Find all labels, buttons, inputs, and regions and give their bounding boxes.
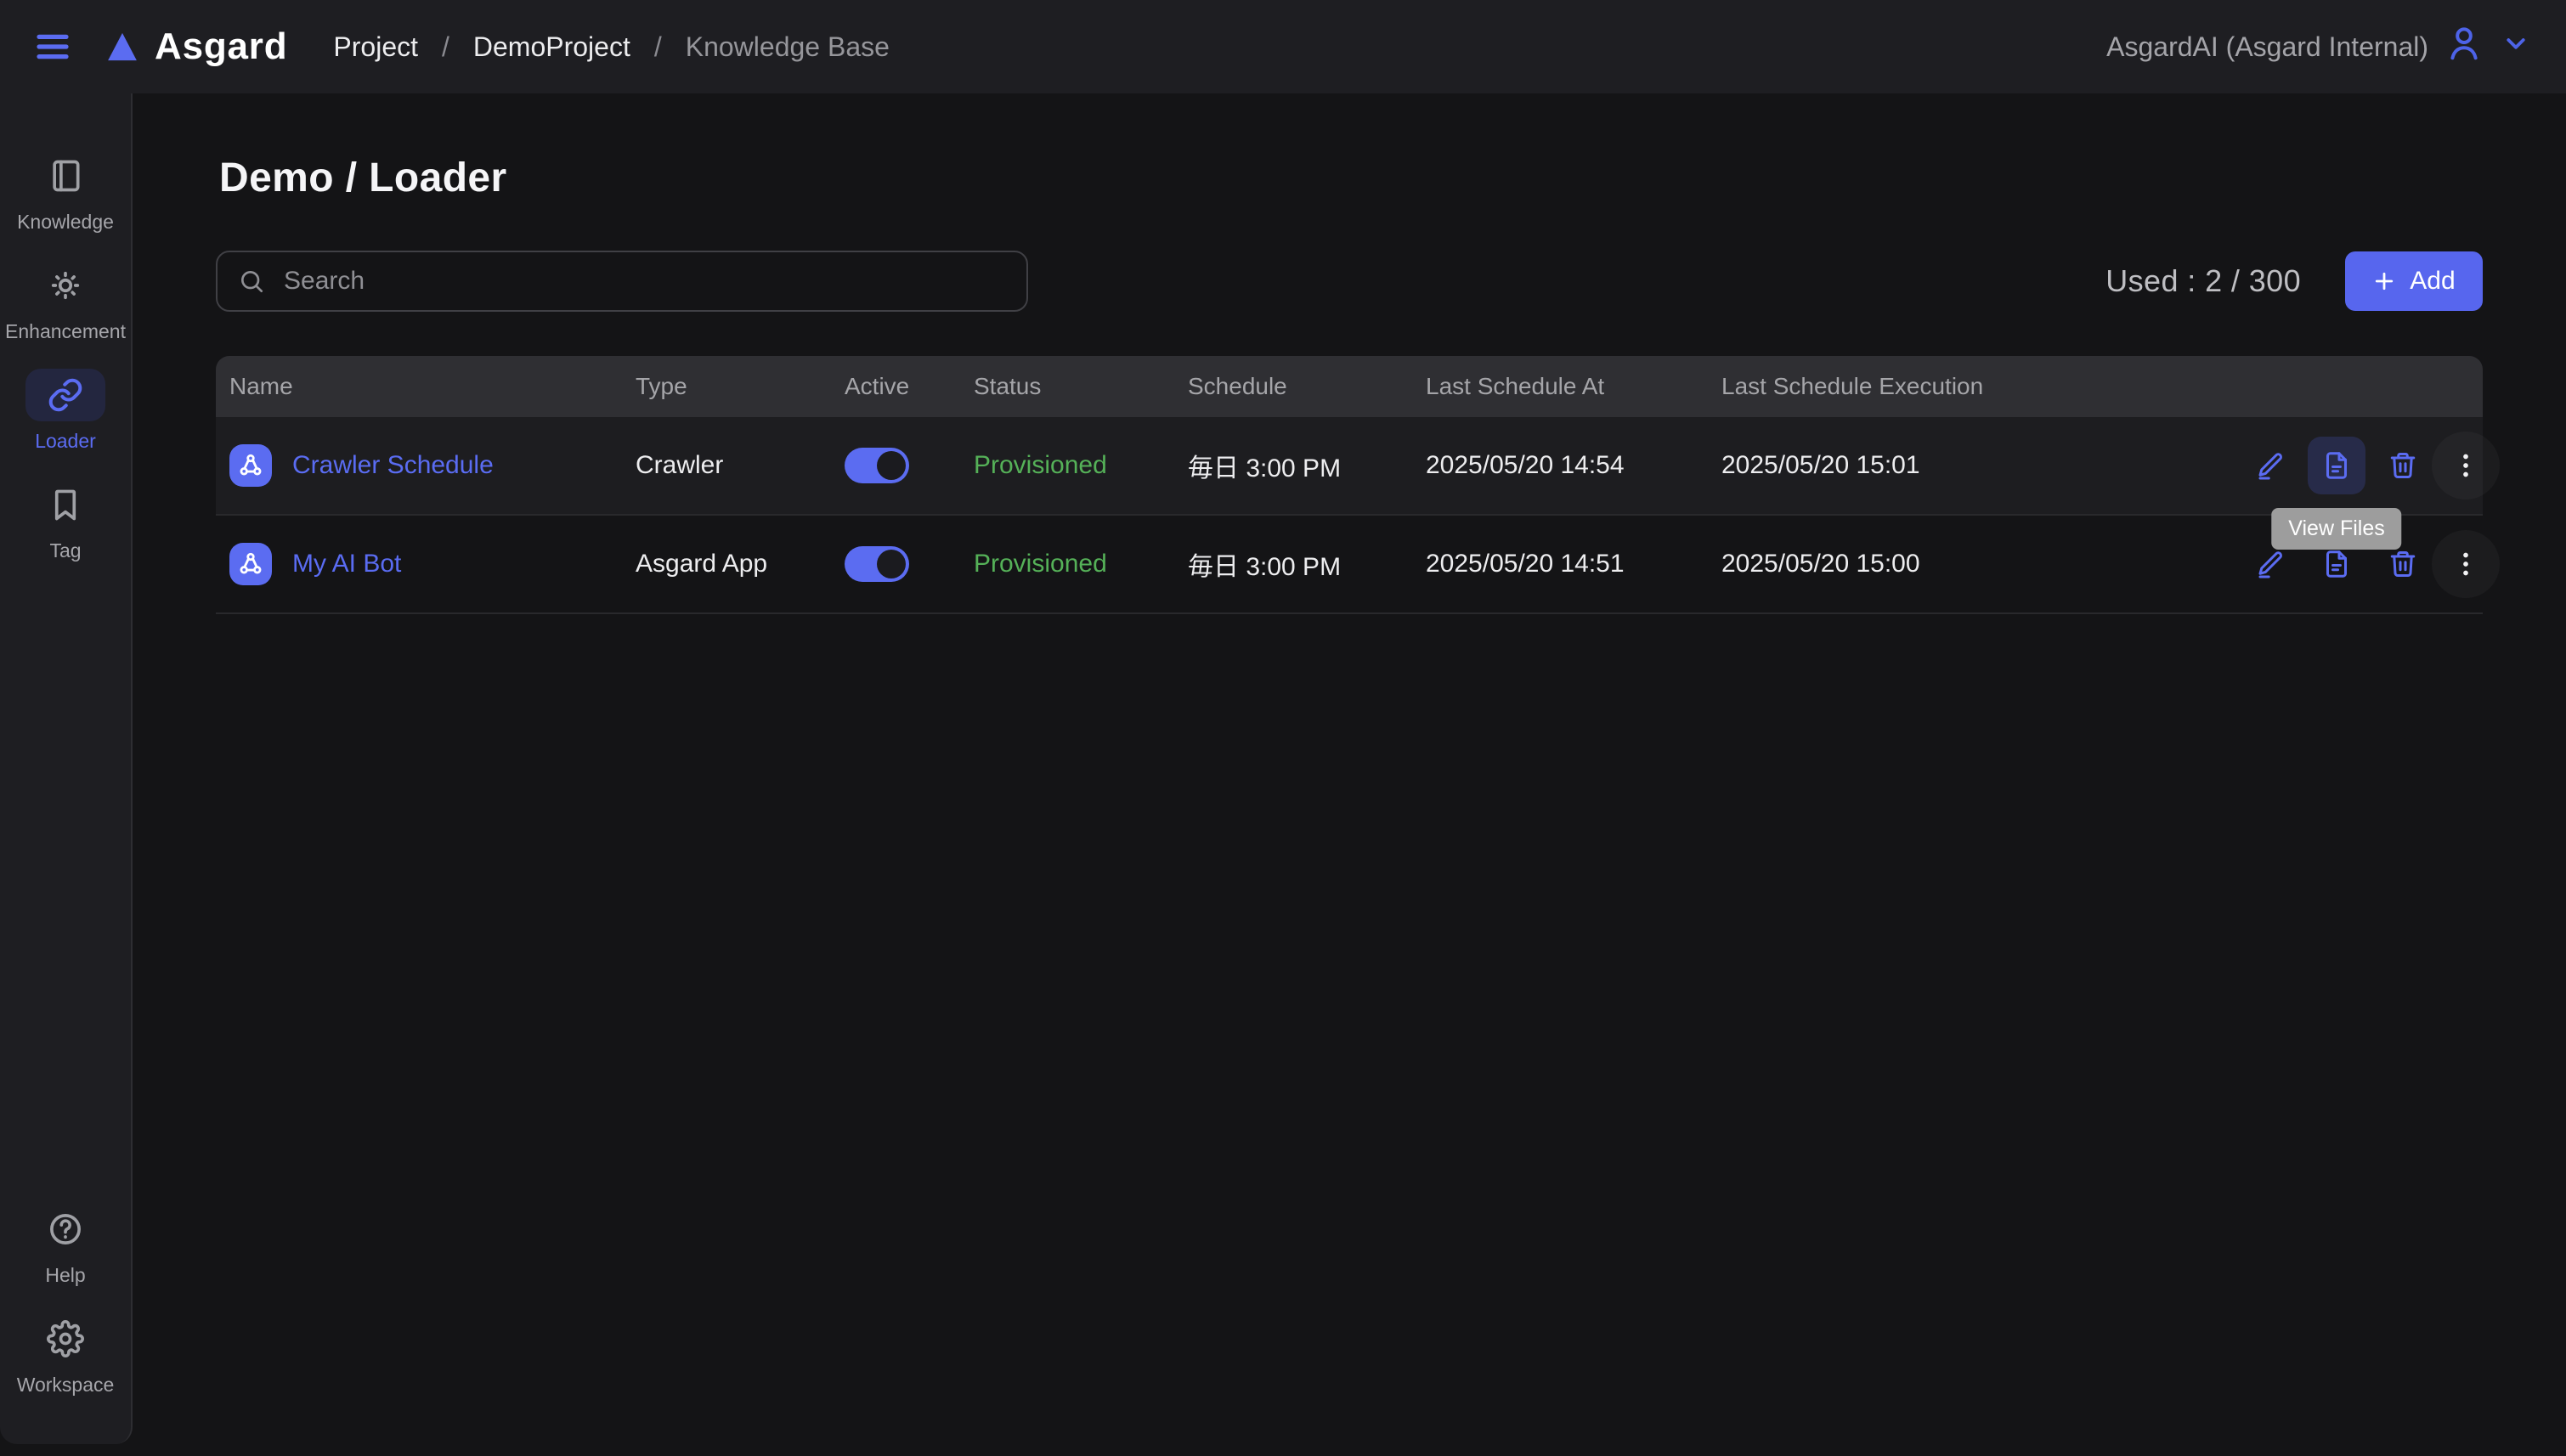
row-status: Provisioned bbox=[960, 451, 1174, 480]
delete-button[interactable] bbox=[2384, 545, 2422, 583]
sidebar-item-label: Help bbox=[45, 1264, 85, 1287]
sidebar-item-tag[interactable]: Tag bbox=[0, 478, 131, 562]
search-input[interactable] bbox=[280, 265, 1006, 297]
sidebar-bottom: Help Workspace bbox=[0, 1203, 131, 1397]
view-files-tooltip: View Files bbox=[2271, 508, 2401, 550]
edit-button[interactable] bbox=[2252, 545, 2289, 583]
brand-name: Asgard bbox=[155, 25, 287, 68]
ellipsis-icon bbox=[2450, 549, 2481, 579]
breadcrumb-demoproject[interactable]: DemoProject bbox=[473, 31, 630, 63]
add-button[interactable]: Add bbox=[2345, 251, 2483, 311]
trash-icon bbox=[2388, 450, 2418, 481]
column-header-type: Type bbox=[622, 373, 831, 400]
sidebar-item-loader[interactable]: Loader bbox=[0, 369, 131, 453]
row-name-link[interactable]: My AI Bot bbox=[292, 550, 401, 578]
hamburger-icon bbox=[32, 26, 73, 67]
column-header-last-schedule-execution: Last Schedule Execution bbox=[1708, 373, 2252, 400]
column-header-status: Status bbox=[960, 373, 1174, 400]
question-circle-icon bbox=[25, 1203, 105, 1256]
bookmark-icon bbox=[25, 478, 105, 531]
table-row: My AI Bot Asgard App Provisioned 毎日 3:00… bbox=[216, 516, 2483, 614]
column-header-name: Name bbox=[216, 373, 622, 400]
loader-knot-icon bbox=[229, 444, 272, 487]
loader-table: Name Type Active Status Schedule Last Sc… bbox=[216, 356, 2483, 614]
sidebar-item-label: Knowledge bbox=[17, 211, 114, 234]
chevron-down-icon bbox=[2500, 27, 2532, 66]
row-last-schedule-execution: 2025/05/20 15:00 bbox=[1708, 550, 2252, 578]
account-label: AsgardAI (Asgard Internal) bbox=[2106, 31, 2428, 63]
sidebar-item-workspace[interactable]: Workspace bbox=[0, 1312, 131, 1397]
breadcrumb: Project / DemoProject / Knowledge Base bbox=[333, 31, 890, 63]
row-last-schedule-at: 2025/05/20 14:51 bbox=[1412, 550, 1708, 578]
toggle-knob bbox=[877, 451, 906, 480]
row-type: Crawler bbox=[622, 451, 831, 480]
usage-counter: Used : 2 / 300 bbox=[2105, 263, 2301, 299]
brand-logo[interactable]: Asgard bbox=[104, 25, 287, 68]
active-toggle[interactable] bbox=[845, 448, 909, 483]
book-icon bbox=[25, 150, 105, 202]
column-header-last-schedule-at: Last Schedule At bbox=[1412, 373, 1708, 400]
sidebar-item-label: Workspace bbox=[17, 1374, 115, 1397]
sidebar: Knowledge Enhancement Loader Tag bbox=[0, 93, 133, 1444]
column-header-schedule: Schedule bbox=[1174, 373, 1412, 400]
column-header-active: Active bbox=[831, 373, 960, 400]
ellipsis-icon bbox=[2450, 450, 2481, 481]
row-status: Provisioned bbox=[960, 550, 1174, 578]
delete-button[interactable] bbox=[2384, 447, 2422, 484]
add-button-label: Add bbox=[2410, 267, 2455, 296]
loader-knot-icon bbox=[229, 543, 272, 585]
more-actions-button[interactable] bbox=[2447, 545, 2484, 583]
trash-icon bbox=[2388, 549, 2418, 579]
active-toggle[interactable] bbox=[845, 546, 909, 582]
main-content: Demo / Loader Used : 2 / 300 Add Name Ty… bbox=[133, 93, 2566, 1456]
sidebar-item-label: Tag bbox=[49, 539, 81, 562]
plus-icon bbox=[2372, 269, 2396, 293]
file-icon bbox=[2321, 450, 2352, 481]
link-icon bbox=[25, 369, 105, 421]
page-title: Demo / Loader bbox=[219, 155, 2483, 201]
row-type: Asgard App bbox=[622, 550, 831, 578]
sidebar-item-enhancement[interactable]: Enhancement bbox=[0, 259, 131, 343]
breadcrumb-separator: / bbox=[442, 31, 449, 63]
edit-icon bbox=[2255, 450, 2286, 481]
edit-button[interactable] bbox=[2252, 447, 2289, 484]
search-box bbox=[216, 251, 1028, 312]
sun-icon bbox=[25, 259, 105, 312]
row-name-link[interactable]: Crawler Schedule bbox=[292, 451, 494, 480]
app-window: Asgard Project / DemoProject / Knowledge… bbox=[0, 0, 2566, 1456]
search-icon bbox=[238, 268, 265, 295]
hamburger-menu-button[interactable] bbox=[31, 25, 75, 69]
edit-icon bbox=[2255, 549, 2286, 579]
user-icon bbox=[2444, 23, 2484, 71]
sidebar-item-label: Enhancement bbox=[5, 320, 126, 343]
gear-icon bbox=[25, 1312, 105, 1365]
logo-triangle-icon bbox=[104, 28, 141, 65]
table-row: Crawler Schedule Crawler Provisioned 毎日 … bbox=[216, 417, 2483, 516]
breadcrumb-project[interactable]: Project bbox=[333, 31, 418, 63]
view-files-button[interactable]: View Files bbox=[2308, 437, 2365, 494]
sidebar-item-knowledge[interactable]: Knowledge bbox=[0, 150, 131, 234]
account-menu[interactable]: AsgardAI (Asgard Internal) bbox=[2106, 23, 2532, 71]
sidebar-item-label: Loader bbox=[35, 430, 96, 453]
toolbar: Used : 2 / 300 Add bbox=[216, 251, 2483, 312]
row-schedule: 毎日 3:00 PM bbox=[1174, 545, 1412, 583]
breadcrumb-separator: / bbox=[654, 31, 662, 63]
sidebar-item-help[interactable]: Help bbox=[0, 1203, 131, 1287]
row-schedule: 毎日 3:00 PM bbox=[1174, 447, 1412, 484]
file-icon bbox=[2321, 549, 2352, 579]
breadcrumb-knowledge-base: Knowledge Base bbox=[686, 31, 890, 63]
more-actions-button[interactable] bbox=[2447, 447, 2484, 484]
table-header: Name Type Active Status Schedule Last Sc… bbox=[216, 356, 2483, 417]
row-actions: View Files bbox=[2252, 437, 2508, 494]
top-bar: Asgard Project / DemoProject / Knowledge… bbox=[0, 0, 2566, 93]
row-last-schedule-execution: 2025/05/20 15:01 bbox=[1708, 451, 2252, 480]
row-last-schedule-at: 2025/05/20 14:54 bbox=[1412, 451, 1708, 480]
toggle-knob bbox=[877, 550, 906, 578]
